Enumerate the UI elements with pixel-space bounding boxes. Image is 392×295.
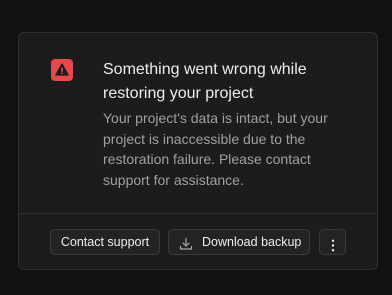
more-options-button[interactable] xyxy=(319,229,346,255)
warning-triangle-icon xyxy=(51,59,73,81)
download-backup-label: Download backup xyxy=(202,235,302,249)
contact-support-button[interactable]: Contact support xyxy=(50,229,160,255)
error-title: Something went wrong while restoring you… xyxy=(103,61,307,102)
download-icon xyxy=(179,235,193,250)
error-card: Something went wrong while restoring you… xyxy=(18,32,378,270)
more-vertical-icon xyxy=(331,236,335,252)
error-description: Your project's data is intact, but your … xyxy=(103,110,328,188)
card-footer: Contact support Download backup xyxy=(19,214,377,269)
card-body: Something went wrong while restoring you… xyxy=(19,33,377,213)
download-backup-button[interactable]: Download backup xyxy=(168,229,310,255)
